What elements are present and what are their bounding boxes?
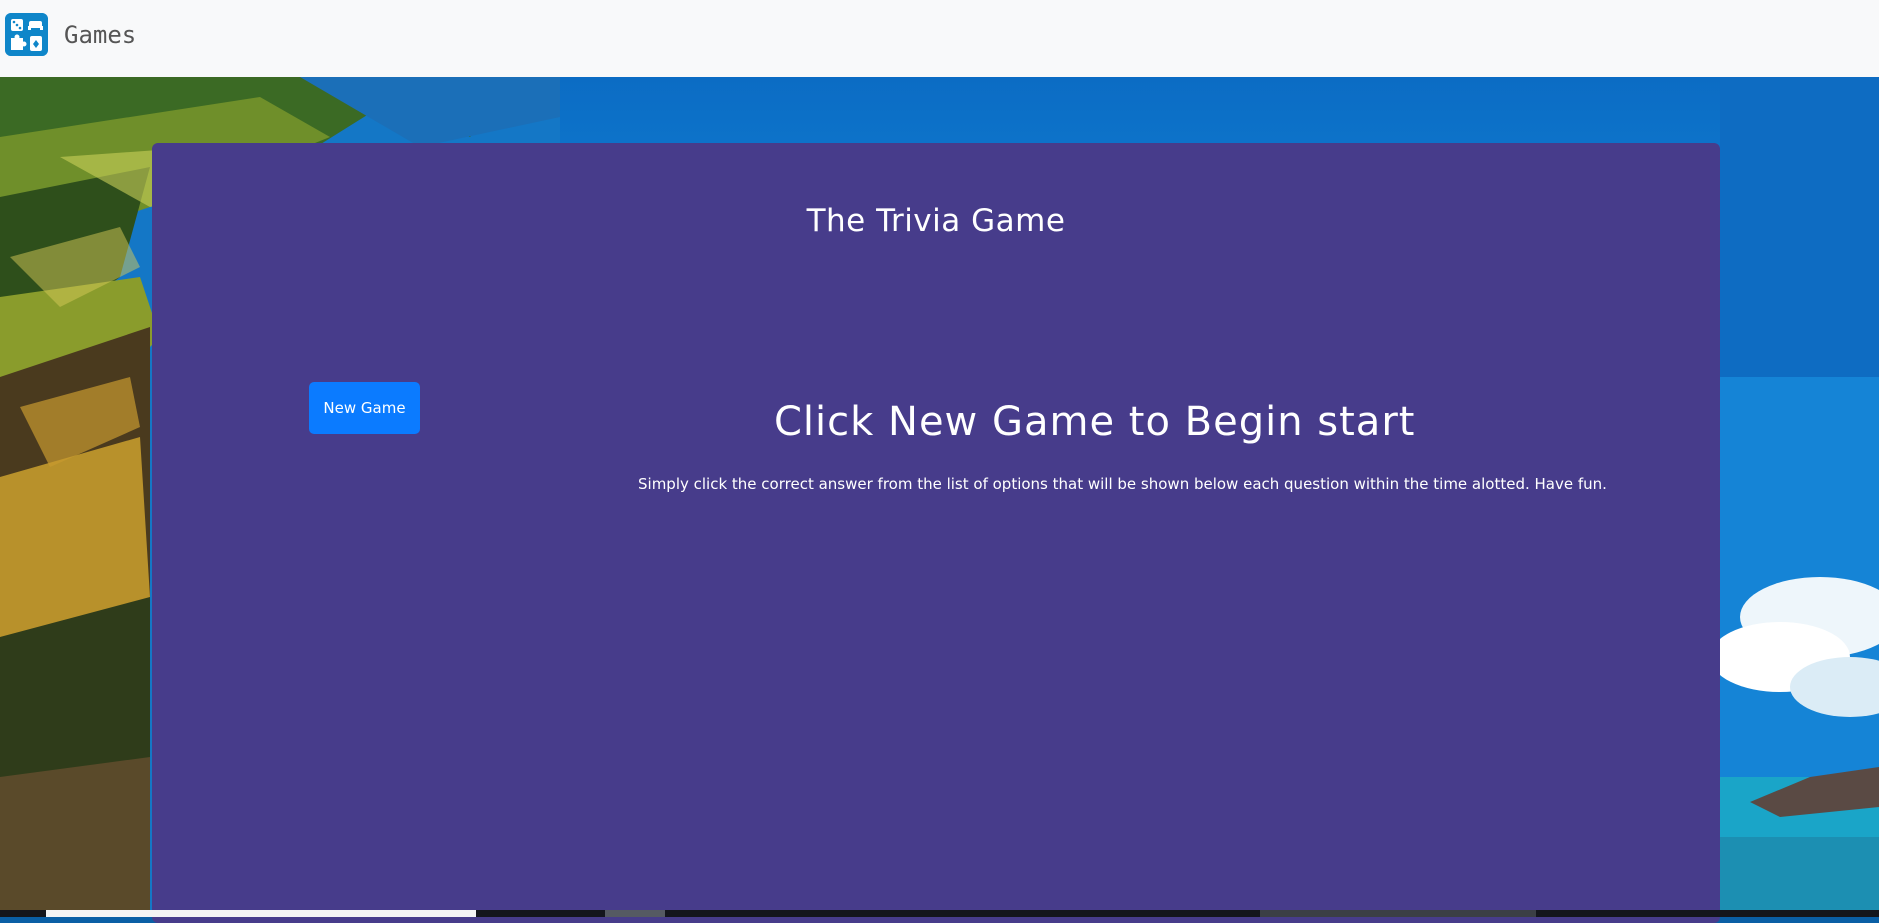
trivia-card: The Trivia Game New Game Click New Game …: [152, 143, 1720, 923]
new-game-button[interactable]: New Game: [309, 382, 420, 434]
bottom-strip-segment: [46, 910, 476, 917]
game-title: The Trivia Game: [806, 203, 1066, 239]
games-icon[interactable]: [5, 13, 48, 56]
beach-image: [1720, 77, 1879, 917]
top-navbar: Games: [0, 0, 1879, 77]
bottom-strip-segment: [605, 910, 665, 917]
instructions-text: Simply click the correct answer from the…: [638, 475, 1607, 493]
brand-title[interactable]: Games: [64, 18, 136, 52]
headline-text: Click New Game to Begin start: [774, 399, 1416, 445]
bottom-strip-segment: [1260, 910, 1536, 917]
